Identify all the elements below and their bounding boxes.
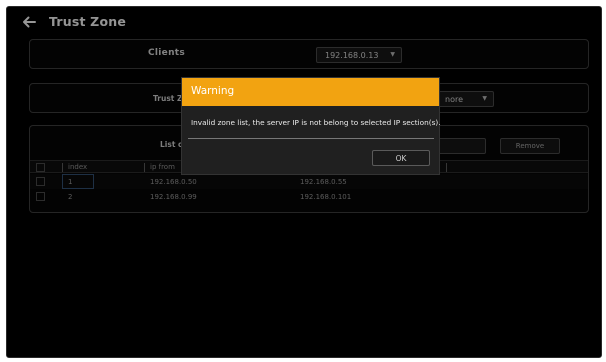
dialog-title: Warning: [191, 85, 235, 97]
dialog-divider: [188, 138, 434, 139]
dialog-header: Warning: [182, 78, 439, 106]
warning-dialog: Warning Invalid zone list, the server IP…: [181, 77, 441, 175]
dialog-message: Invalid zone list, the server IP is not …: [191, 118, 441, 127]
ok-button[interactable]: OK: [372, 150, 430, 166]
modal-overlay: [7, 7, 601, 357]
app-window: Trust Zone Clients 192.168.0.13 ▼ Trust …: [6, 6, 602, 358]
